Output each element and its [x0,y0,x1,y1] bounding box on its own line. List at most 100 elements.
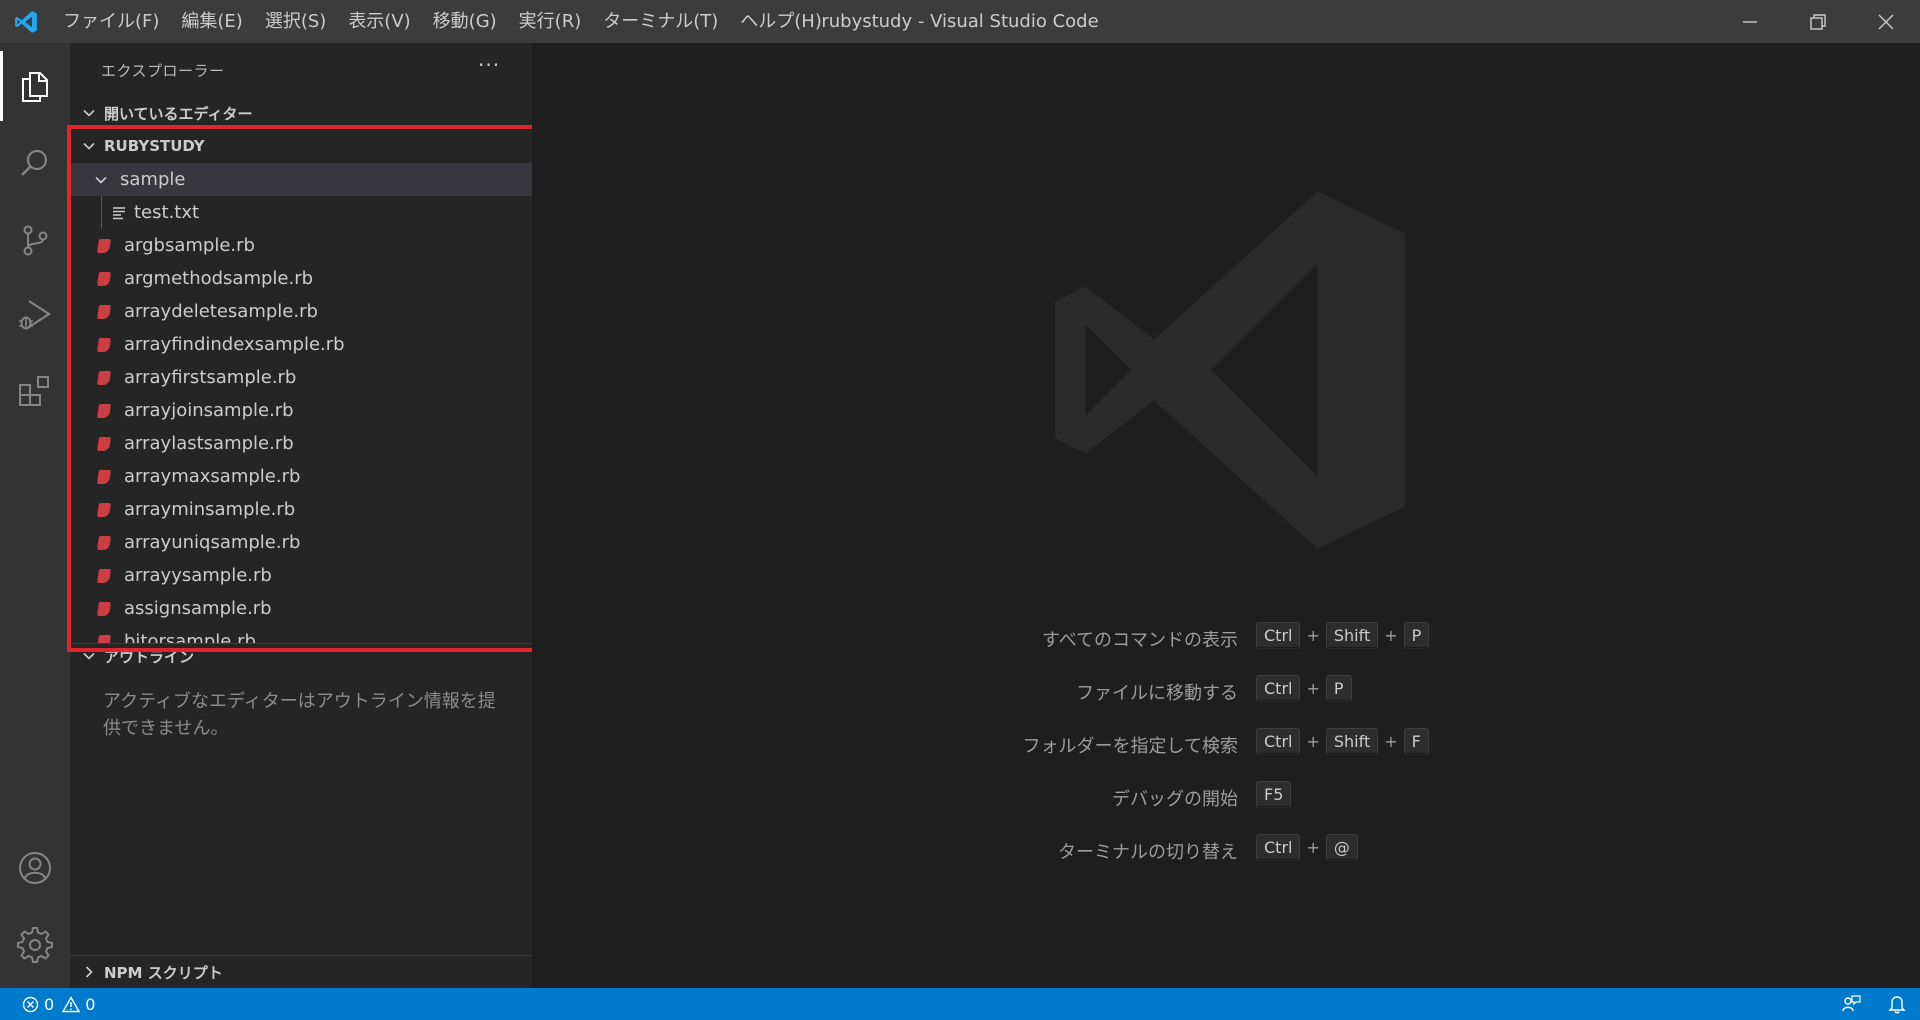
source-control-icon[interactable] [0,205,70,275]
folder-sample[interactable]: sample [70,163,532,196]
menu-view[interactable]: 表示(V) [337,0,421,43]
key-cap: Shift [1325,622,1379,649]
menu-help[interactable]: ヘルプ(H) [729,0,833,43]
workspace-section[interactable]: RUBYSTUDY [70,131,532,161]
ruby-file-icon [97,469,111,484]
shortcut-find-in-files: フォルダーを指定して検索 Ctrl + Shift + F [0,724,1920,764]
menu-go[interactable]: 移動(G) [422,0,508,43]
file-row[interactable]: arrayjoinsample.rb [70,394,532,427]
feedback-button[interactable] [1828,994,1874,1014]
vscode-logo-icon[interactable] [0,0,52,43]
key-cap: Ctrl [1256,834,1301,861]
explorer-icon[interactable] [0,51,70,121]
shortcut-go-to-file: ファイルに移動する Ctrl + P [0,671,1920,711]
status-bar: 0 0 [0,988,1920,1020]
file-name: arraylastsample.rb [124,433,294,454]
problems-indicator[interactable]: 0 0 [22,995,95,1014]
file-test-txt[interactable]: test.txt [70,196,532,229]
warning-count: 0 [85,994,96,1014]
status-right [1828,988,1920,1020]
menu-terminal[interactable]: ターミナル(T) [592,0,729,43]
chevron-down-icon [74,139,104,153]
shortcut-toggle-terminal: ターミナルの切り替え Ctrl + @ [0,830,1920,870]
notifications-button[interactable] [1874,994,1920,1014]
ruby-file-icon [97,304,111,319]
menu-run[interactable]: 実行(R) [508,0,593,43]
file-name: arrayfindindexsample.rb [124,334,345,355]
key-cap: Ctrl [1256,675,1301,702]
file-row[interactable]: arraydeletesample.rb [70,295,532,328]
menu-file[interactable]: ファイル(F) [52,0,170,43]
file-row[interactable]: arraylastsample.rb [70,427,532,460]
close-button[interactable] [1852,0,1920,43]
menu-bar: ファイル(F) 編集(E) 選択(S) 表示(V) 移動(G) 実行(R) ター… [52,0,833,43]
ruby-file-icon [97,370,111,385]
error-count: 0 [44,994,55,1014]
active-indicator [0,51,3,121]
run-debug-icon[interactable] [0,280,70,350]
file-name: arraydeletesample.rb [124,301,318,322]
file-row[interactable]: arrayuniqsample.rb [70,526,532,559]
file-name: argmethodsample.rb [124,268,314,289]
key-cap: F5 [1256,781,1292,808]
key-cap: P [1403,622,1430,649]
close-icon [1878,14,1894,29]
ruby-file-icon [97,238,111,253]
shortcut-keys: Ctrl + Shift + P [1256,622,1430,649]
sidebar-title: エクスプローラー [101,62,225,80]
file-row[interactable]: arrayfirstsample.rb [70,361,532,394]
file-tree: sample test.txt argbsample.rb argmethods… [70,163,532,643]
ruby-file-icon [97,568,111,583]
restore-icon [1810,13,1826,30]
file-name: arrayfirstsample.rb [124,367,297,388]
key-cap: @ [1325,834,1358,861]
shortcut-start-debugging: デバッグの開始 F5 [0,777,1920,817]
key-cap: Shift [1325,728,1379,755]
file-name: arrayminsample.rb [124,499,296,520]
shortcut-keys: Ctrl + @ [1256,834,1358,861]
indent-guide [101,196,102,229]
error-icon [22,996,39,1012]
sidebar-header: エクスプローラー ··· [70,43,532,98]
settings-gear-icon[interactable] [0,910,70,980]
chevron-right-icon [74,965,104,979]
extensions-icon[interactable] [0,357,70,427]
shortcut-keys: F5 [1256,781,1292,808]
ruby-file-icon [97,436,111,451]
more-actions-button[interactable]: ··· [478,53,500,77]
open-editors-section[interactable]: 開いているエディター [70,98,532,128]
ruby-file-icon [97,403,111,418]
menu-edit[interactable]: 編集(E) [170,0,253,43]
chevron-down-icon [74,106,104,120]
title-bar: ファイル(F) 編集(E) 選択(S) 表示(V) 移動(G) 実行(R) ター… [0,0,1920,43]
file-name: argbsample.rb [124,235,255,256]
file-row[interactable]: argmethodsample.rb [70,262,532,295]
shortcut-show-all-commands: すべてのコマンドの表示 Ctrl + Shift + P [0,618,1920,658]
file-name: assignsample.rb [124,598,272,619]
npm-scripts-section[interactable]: NPM スクリプト [70,955,532,988]
ruby-file-icon [97,337,111,352]
shortcut-keys: Ctrl + P [1256,675,1352,702]
npm-scripts-label: NPM スクリプト [104,963,223,982]
file-row[interactable]: arrayysample.rb [70,559,532,592]
key-cap: Ctrl [1256,622,1301,649]
restore-button[interactable] [1784,0,1852,43]
file-row[interactable]: arraymaxsample.rb [70,460,532,493]
workspace-label: RUBYSTUDY [104,137,205,155]
shortcut-label: すべてのコマンドの表示 [1041,630,1238,651]
minimize-icon [1743,20,1757,23]
file-row[interactable]: argbsample.rb [70,229,532,262]
shortcut-label: ファイルに移動する [1076,683,1238,704]
vscode-watermark-icon [1055,191,1405,549]
folder-name: sample [120,169,186,190]
minimize-button[interactable] [1716,0,1784,43]
file-name: arrayjoinsample.rb [124,400,294,421]
key-cap: P [1325,675,1352,702]
ruby-file-icon [97,601,111,616]
file-row[interactable]: arrayminsample.rb [70,493,532,526]
menu-selection[interactable]: 選択(S) [254,0,337,43]
chevron-down-icon [94,173,114,187]
file-row[interactable]: arrayfindindexsample.rb [70,328,532,361]
search-icon[interactable] [0,128,70,198]
ruby-file-icon [97,271,111,286]
